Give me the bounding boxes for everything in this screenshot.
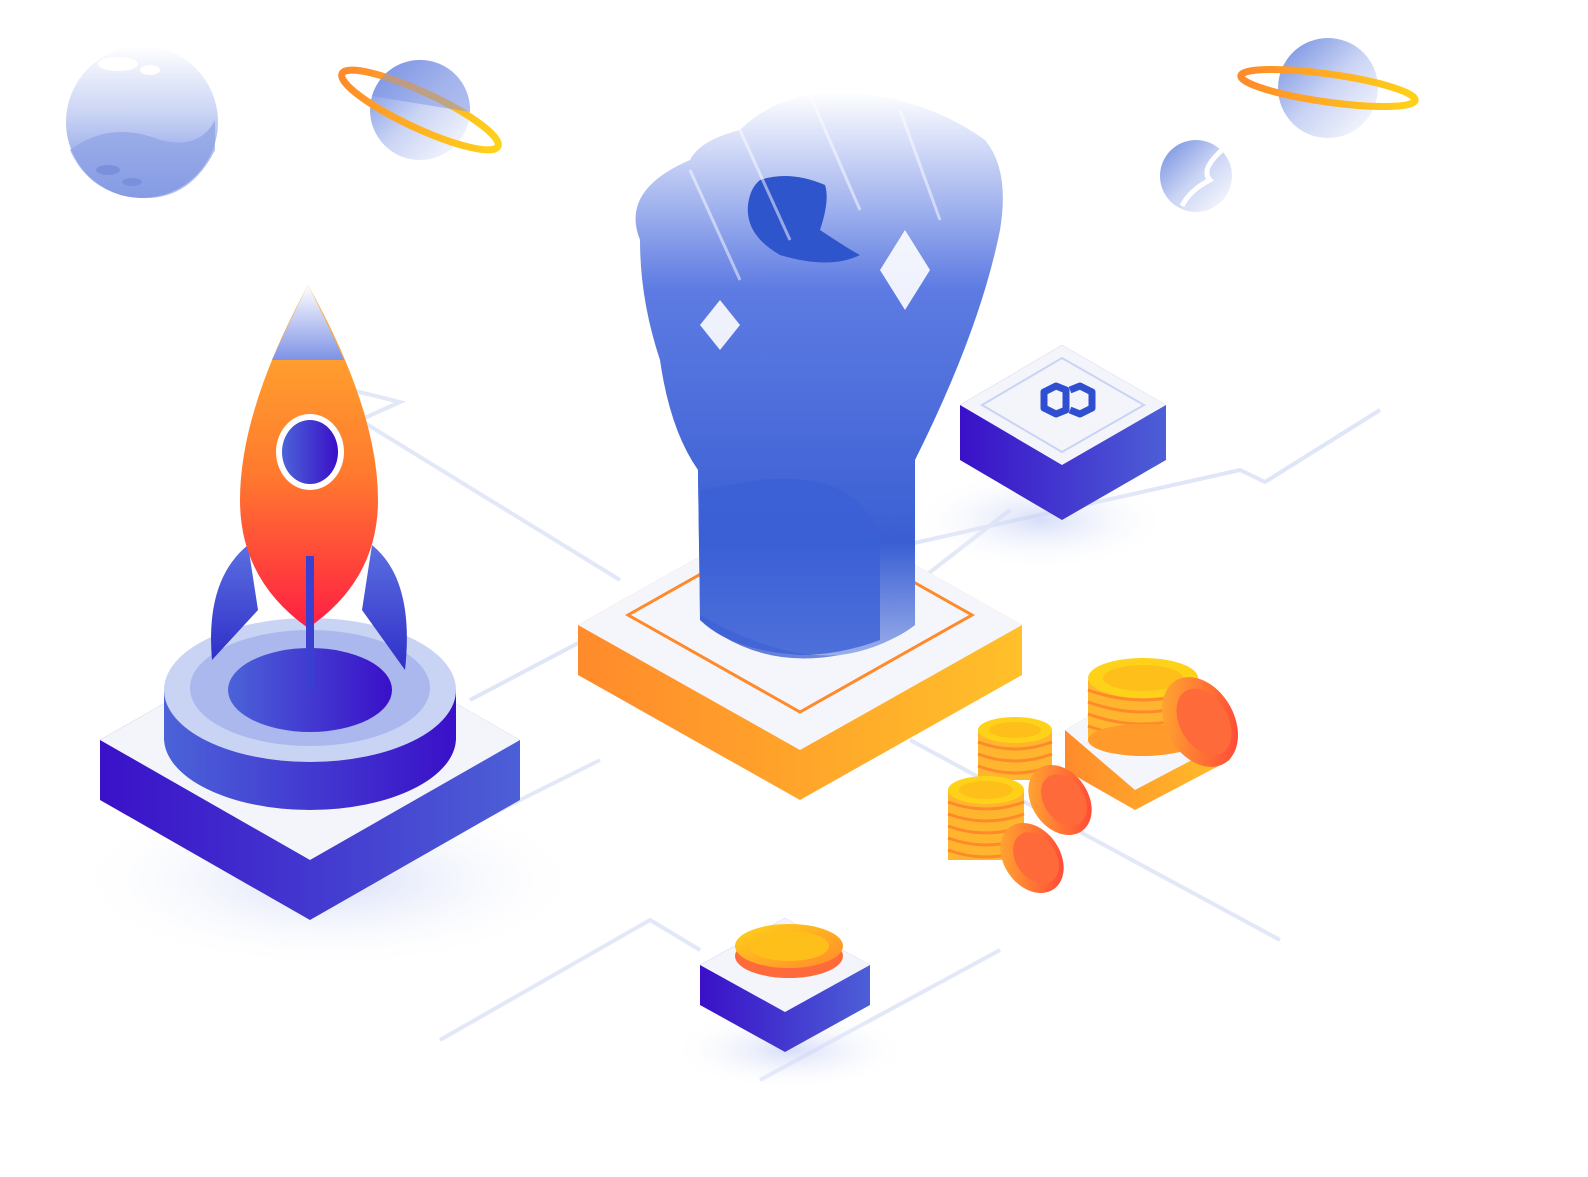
moon-planet-icon xyxy=(66,46,218,199)
small-planet-icon xyxy=(1160,140,1232,212)
ringed-planet-icon xyxy=(338,59,502,160)
scene-canvas xyxy=(66,38,1419,1090)
coin-icon xyxy=(735,924,843,978)
ringed-planet-icon xyxy=(1237,38,1419,138)
illustration-scene xyxy=(0,0,1588,1177)
